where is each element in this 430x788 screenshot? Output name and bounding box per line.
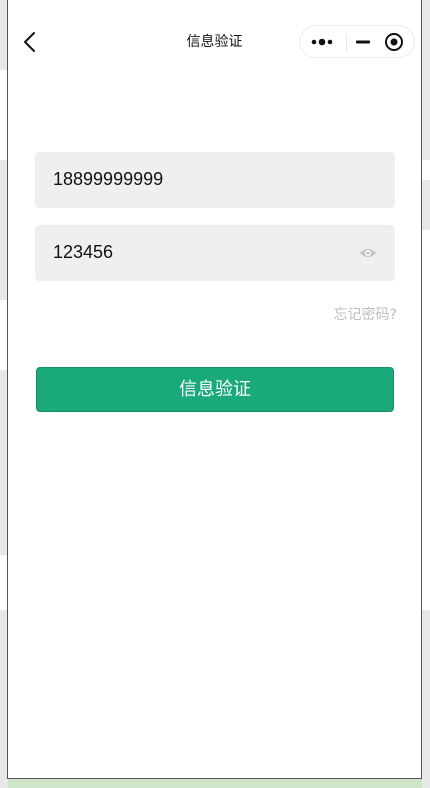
target-close-icon [385,33,403,51]
eye-icon [360,249,376,257]
miniprogram-window: 信息验证 18899999999 123456 忘记密码? 信息验证 [7,0,422,779]
more-dots-icon [311,38,333,46]
minimize-icon [356,40,370,44]
capsule-menu [299,25,415,58]
close-button[interactable] [382,31,406,53]
navigation-bar: 信息验证 [8,0,421,84]
capsule-divider [346,34,347,51]
password-input-value: 123456 [53,242,114,262]
password-input[interactable]: 123456 [35,225,395,281]
phone-input-value: 18899999999 [53,169,164,189]
background-window-right [422,0,430,788]
more-button[interactable] [310,34,334,50]
background-panel [422,160,430,180]
phone-input[interactable]: 18899999999 [35,152,395,208]
background-panel [422,230,430,610]
toggle-password-visibility[interactable] [359,245,377,261]
verify-submit-button[interactable]: 信息验证 [36,367,394,412]
minimize-button[interactable] [350,34,376,50]
forgot-password-link[interactable]: 忘记密码? [334,304,397,324]
